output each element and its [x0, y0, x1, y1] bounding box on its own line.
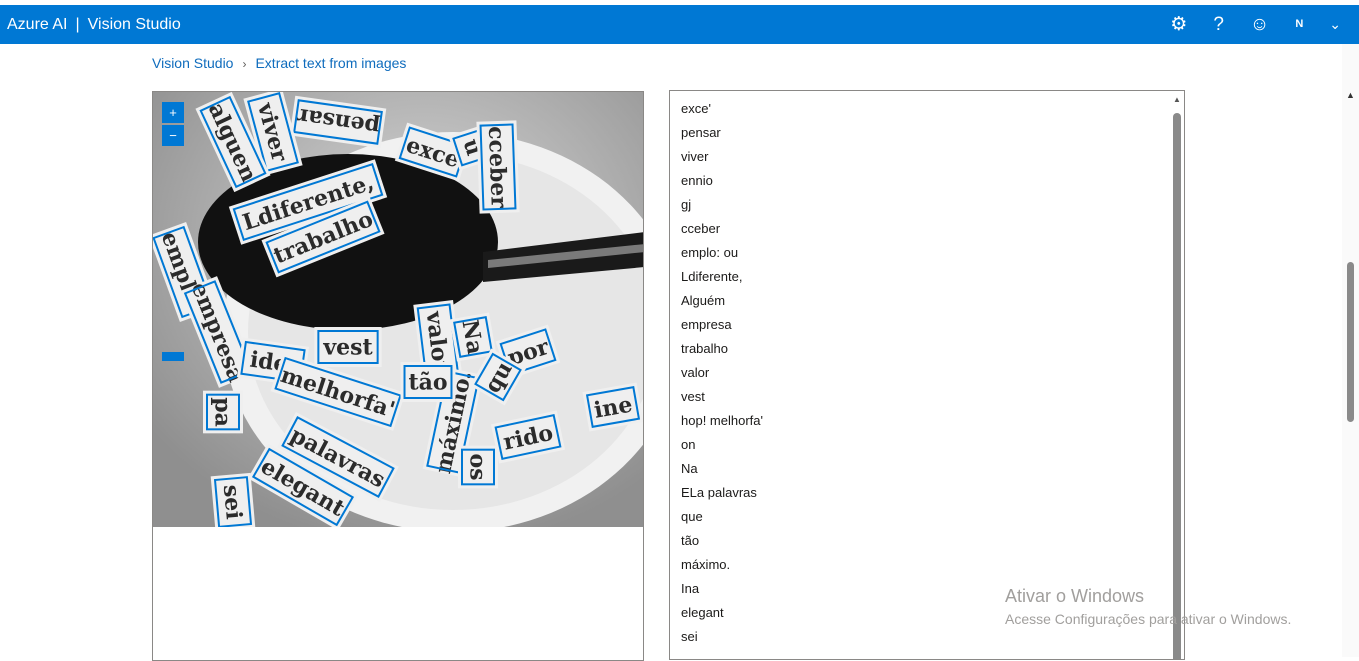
page-scrollbar-thumb[interactable]: [1347, 262, 1354, 422]
photo-illustration: pensarexceuviveralguen cceberLdiferente,t…: [153, 92, 643, 527]
extracted-text-line[interactable]: Alguém: [681, 289, 1184, 313]
title-separator: |: [75, 16, 80, 33]
app-title[interactable]: Azure AI | Vision Studio: [7, 5, 181, 44]
detected-word-label[interactable]: pa: [203, 390, 243, 434]
windows-activation-watermark: Ativar o Windows Acesse Configurações pa…: [1005, 586, 1291, 627]
extracted-text-line[interactable]: cceber: [681, 217, 1184, 241]
watermark-title: Ativar o Windows: [1005, 586, 1145, 606]
extracted-text-line[interactable]: viver: [681, 145, 1184, 169]
results-scrollbar[interactable]: ▲: [1170, 91, 1184, 659]
help-icon[interactable]: ?: [1213, 5, 1224, 44]
results-scrollbar-thumb[interactable]: [1173, 113, 1181, 659]
extracted-text-line[interactable]: Ldiferente,: [681, 265, 1184, 289]
detected-word-text: vest: [322, 335, 373, 361]
extracted-text-line[interactable]: sei: [681, 625, 1184, 649]
feedback-smiley-icon[interactable]: ☺: [1250, 5, 1269, 44]
extracted-text-line[interactable]: on: [681, 433, 1184, 457]
extracted-text-panel: exce' pensar viver ennio gj cceber emplo: ou Ld…: [669, 90, 1185, 660]
zoom-slider-handle[interactable]: [162, 352, 184, 361]
chevron-down-icon[interactable]: ⌄: [1329, 5, 1341, 44]
detected-word-label[interactable]: sei: [210, 472, 256, 527]
breadcrumb-current-link[interactable]: Extract text from images: [255, 55, 406, 71]
extracted-text-line[interactable]: tão: [681, 529, 1184, 553]
extracted-text-line[interactable]: Na: [681, 457, 1184, 481]
detected-word-text: pa: [209, 397, 235, 427]
extracted-text-line[interactable]: empresa: [681, 313, 1184, 337]
detected-word-text: sei: [218, 484, 247, 521]
detected-word-text: cceber: [483, 126, 512, 209]
watermark-subtitle: Acesse Configurações para ativar o Windo…: [1005, 611, 1292, 627]
extracted-text-line[interactable]: pensar: [681, 121, 1184, 145]
avatar[interactable]: N: [1295, 5, 1303, 44]
extracted-text-line[interactable]: ELa palavras: [681, 481, 1184, 505]
extracted-text-line[interactable]: vest: [681, 385, 1184, 409]
detected-word-text: os: [464, 453, 490, 480]
image-viewer-panel: pensar exce u viver alguen cceber Ldiferente, t…: [152, 91, 644, 661]
detected-word-label[interactable]: os: [458, 445, 498, 489]
extracted-text-line[interactable]: emplo: ou: [681, 241, 1184, 265]
breadcrumb: Vision Studio › Extract text from images: [152, 55, 406, 71]
brand-name: Azure AI: [7, 16, 68, 33]
extracted-text-line[interactable]: gj: [681, 193, 1184, 217]
extracted-text-line[interactable]: hop! melhorfa': [681, 409, 1184, 433]
zoom-in-button[interactable]: +: [162, 102, 184, 123]
chevron-right-icon: ›: [242, 57, 247, 71]
detected-word-label[interactable]: cceber: [476, 120, 520, 214]
extracted-text-line[interactable]: máximo.: [681, 553, 1184, 577]
detected-word-label[interactable]: vest: [314, 327, 382, 367]
detected-word-text: tão: [408, 370, 447, 396]
product-name: Vision Studio: [87, 16, 181, 33]
gear-icon[interactable]: ⚙: [1170, 5, 1187, 44]
breadcrumb-home-link[interactable]: Vision Studio: [152, 55, 233, 71]
extracted-text-line[interactable]: exce': [681, 97, 1184, 121]
zoom-out-button[interactable]: −: [162, 125, 184, 146]
top-navigation-bar: Azure AI | Vision Studio ⚙ ? ☺ N ⌄: [0, 5, 1359, 44]
extracted-text-list: exce' pensar viver ennio gj cceber emplo: ou Ld…: [670, 91, 1184, 649]
page-scrollbar[interactable]: ▲: [1342, 44, 1359, 657]
extracted-text-line[interactable]: valor: [681, 361, 1184, 385]
analyzed-image[interactable]: pensar exce u viver alguen cceber Ldiferente, t…: [153, 92, 643, 527]
extracted-text-line[interactable]: ennio: [681, 169, 1184, 193]
detected-word-label[interactable]: tão: [400, 362, 456, 402]
extracted-text-line[interactable]: que: [681, 505, 1184, 529]
extracted-text-line[interactable]: trabalho: [681, 337, 1184, 361]
scroll-up-icon[interactable]: ▲: [1346, 90, 1355, 100]
scroll-up-icon[interactable]: ▲: [1173, 95, 1181, 104]
